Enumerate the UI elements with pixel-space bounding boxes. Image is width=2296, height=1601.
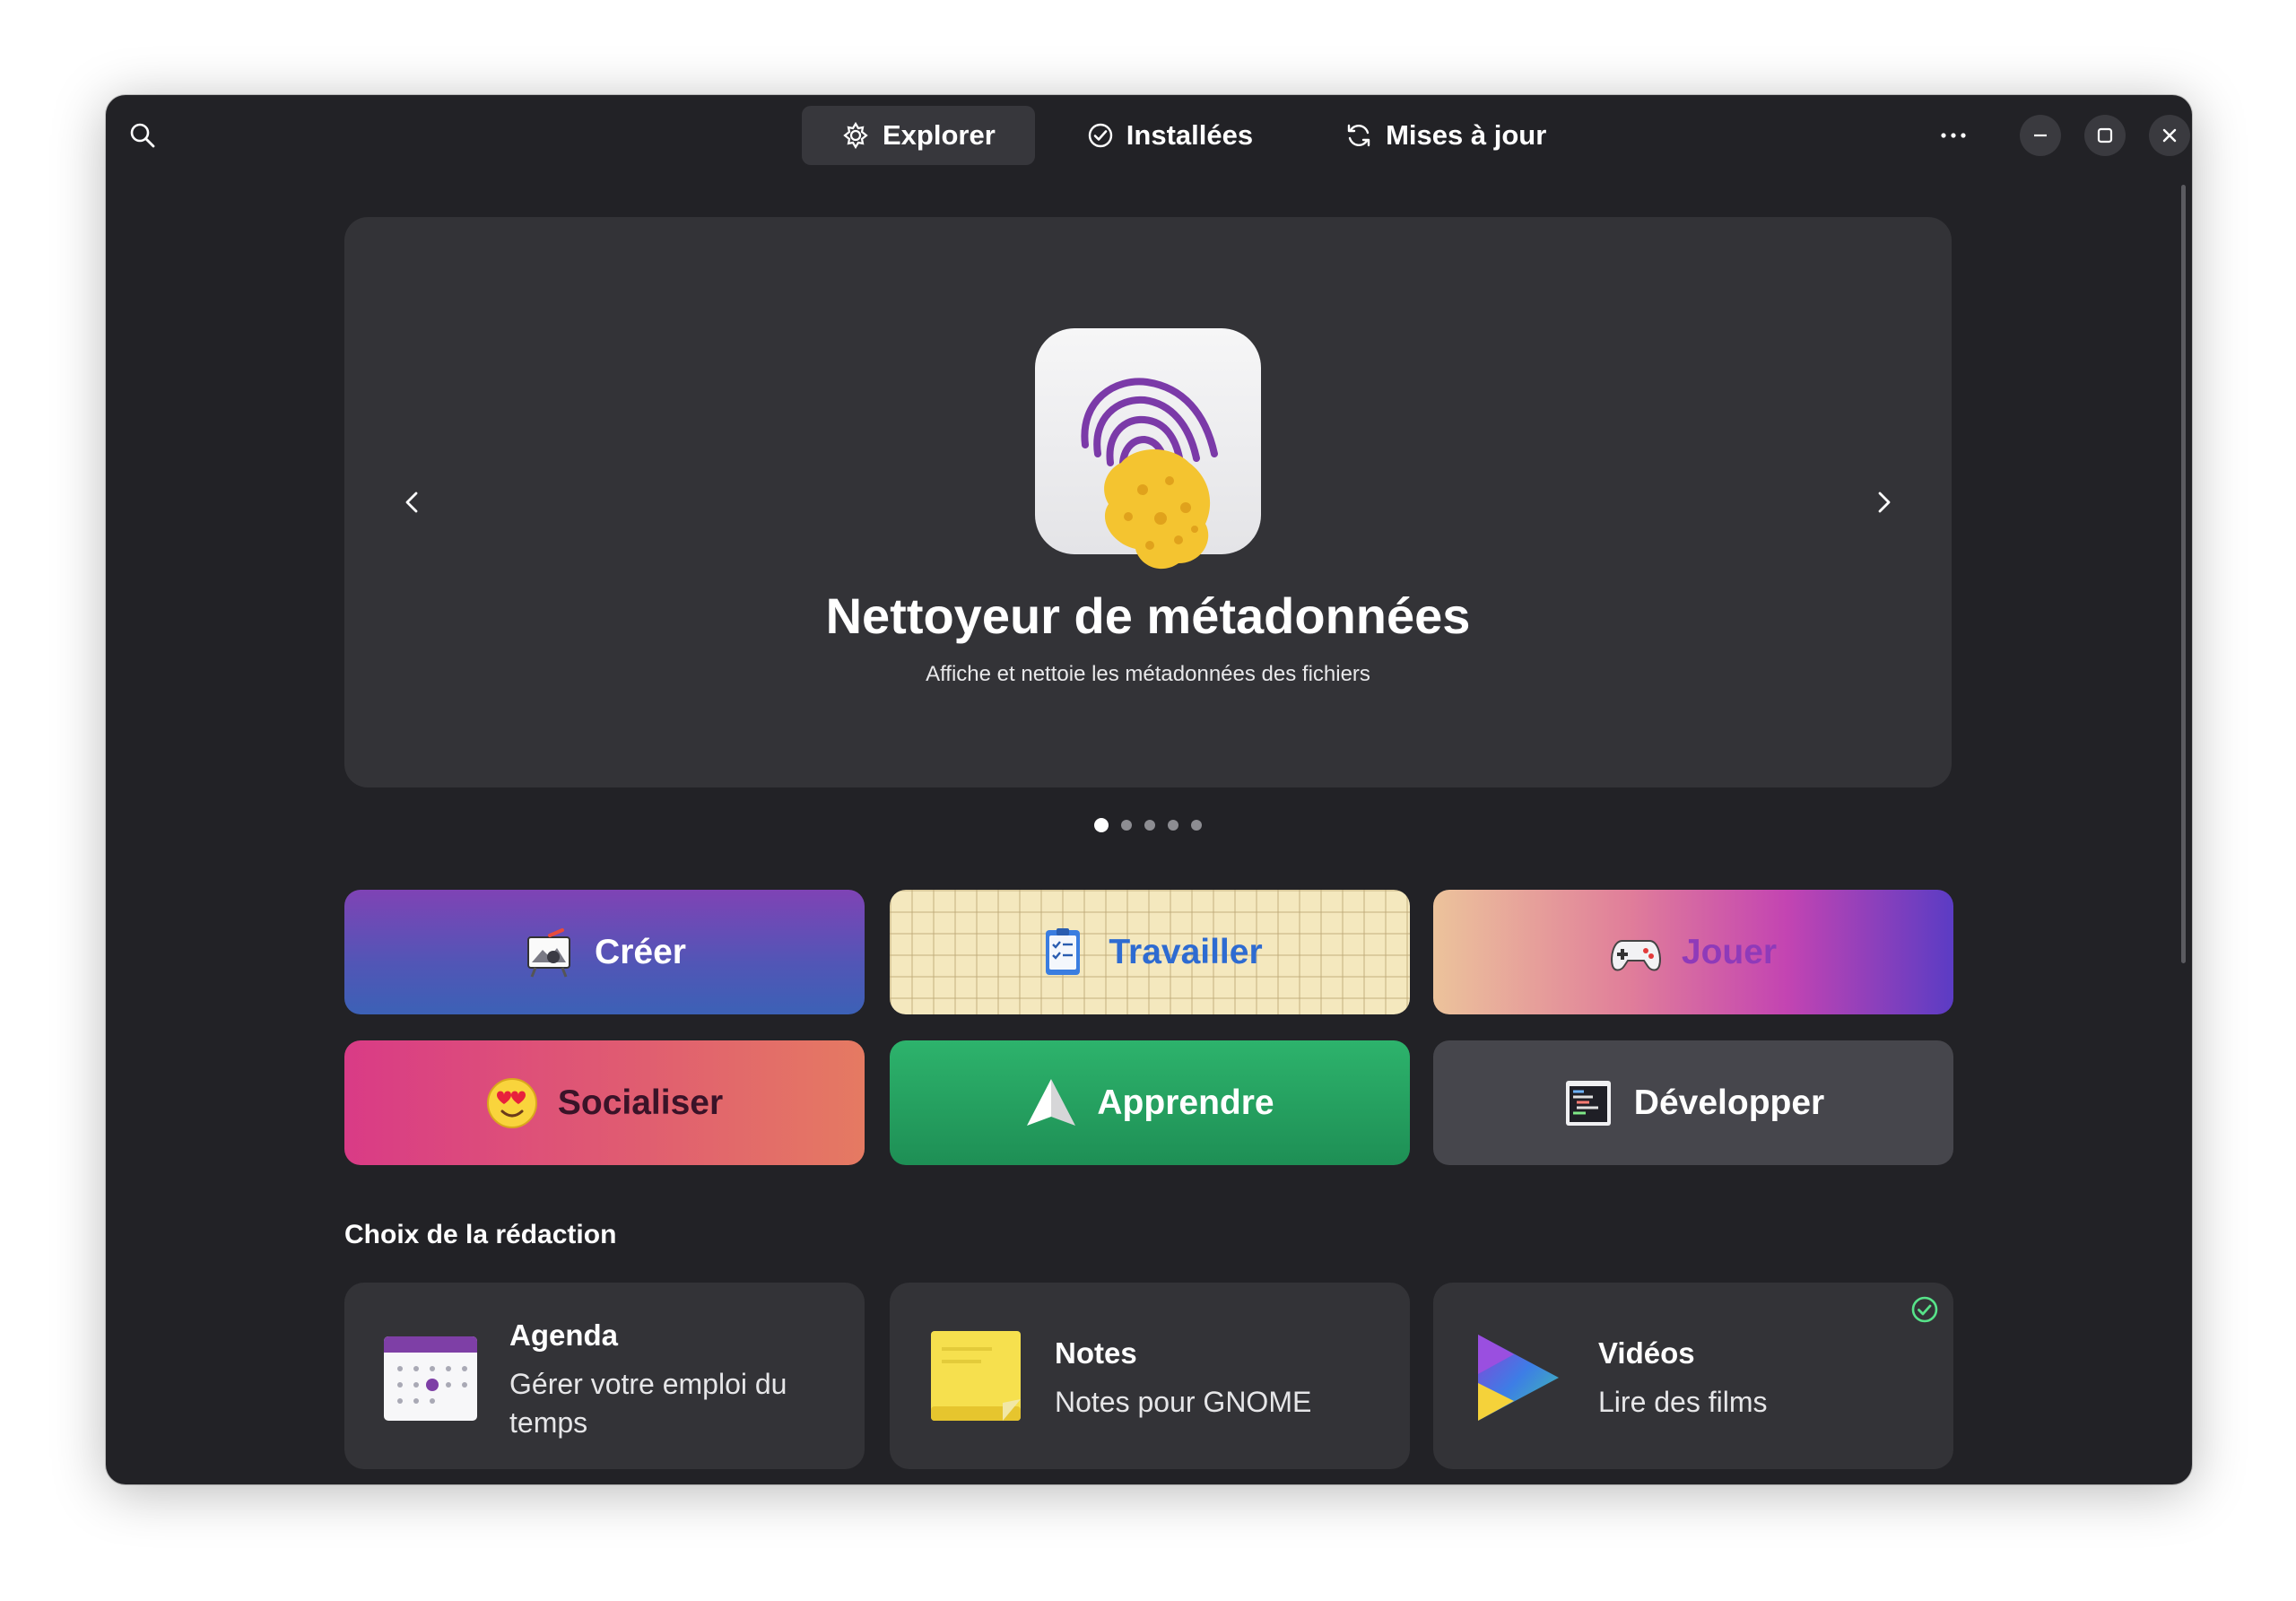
minimize-button[interactable] — [2020, 115, 2061, 156]
category-create-button[interactable]: Créer — [344, 890, 865, 1014]
category-play-button[interactable]: Jouer — [1433, 890, 1953, 1014]
app-description-agenda: Gérer votre emploi du temps — [509, 1368, 787, 1439]
editors-choice-heading: Choix de la rédaction — [344, 1220, 617, 1249]
heart-eyes-emoji-icon — [486, 1077, 537, 1128]
carousel-dot-2[interactable] — [1121, 820, 1132, 831]
featured-app-subtitle: Affiche et nettoie les métadonnées des f… — [926, 662, 1370, 686]
maximize-icon — [2097, 127, 2113, 144]
view-switcher: Explorer Installées Mises à jour — [802, 106, 1586, 165]
featured-carousel[interactable]: Nettoyeur de métadonnées Affiche et nett… — [344, 217, 1952, 787]
scrollbar[interactable] — [2181, 185, 2186, 963]
installed-check-icon — [1911, 1296, 1938, 1323]
category-learn-button[interactable]: Apprendre — [890, 1040, 1410, 1165]
carousel-dot-4[interactable] — [1168, 820, 1178, 831]
category-develop-button[interactable]: Développer — [1433, 1040, 1953, 1165]
check-circle-icon — [1088, 123, 1112, 148]
tab-installed-label: Installées — [1126, 119, 1254, 151]
carousel-previous-button[interactable] — [386, 475, 439, 529]
category-social-label: Socialiser — [557, 1083, 724, 1122]
more-dots-icon — [1941, 133, 1966, 138]
sticky-note-icon — [931, 1331, 1021, 1421]
explore-icon — [843, 121, 868, 150]
app-card-notes[interactable]: Notes Notes pour GNOME — [890, 1283, 1410, 1469]
tab-explore-label: Explorer — [883, 119, 996, 151]
category-create-label: Créer — [595, 932, 686, 971]
search-icon — [130, 123, 155, 148]
carousel-dot-1[interactable] — [1094, 818, 1109, 832]
app-card-videos[interactable]: Vidéos Lire des films — [1433, 1283, 1953, 1469]
tab-explore[interactable]: Explorer — [802, 106, 1035, 165]
tab-updates[interactable]: Mises à jour — [1305, 106, 1586, 165]
close-button[interactable] — [2149, 115, 2190, 156]
app-name-notes: Notes — [1055, 1336, 1137, 1370]
carousel-next-button[interactable] — [1857, 475, 1910, 529]
app-card-agenda[interactable]: Agenda Gérer votre emploi du temps — [344, 1283, 865, 1469]
checklist-icon — [1046, 927, 1081, 975]
carousel-dot-3[interactable] — [1144, 820, 1155, 831]
featured-app-title: Nettoyeur de métadonnées — [825, 587, 1471, 644]
chevron-left-icon — [405, 492, 418, 513]
terminal-code-icon — [1565, 1080, 1611, 1126]
chevron-right-icon — [1878, 492, 1891, 513]
fingerprint-sponge-icon — [1035, 328, 1261, 570]
gamepad-icon — [1610, 939, 1661, 970]
paper-plane-icon — [1027, 1078, 1076, 1126]
header-bar: Explorer Installées Mises à jour — [106, 95, 2192, 174]
carousel-dot-5[interactable] — [1191, 820, 1202, 831]
app-name-agenda: Agenda — [509, 1318, 619, 1352]
tab-updates-label: Mises à jour — [1386, 119, 1547, 151]
category-social-button[interactable]: Socialiser — [344, 1040, 865, 1165]
app-window: Explorer Installées Mises à jour Nettoye… — [106, 95, 2192, 1484]
category-work-label: Travailler — [1109, 932, 1263, 971]
maximize-button[interactable] — [2084, 115, 2126, 156]
category-learn-label: Apprendre — [1097, 1083, 1274, 1122]
app-description-notes: Notes pour GNOME — [1055, 1386, 1312, 1418]
video-play-icon — [1478, 1335, 1559, 1421]
app-description-videos: Lire des films — [1598, 1386, 1768, 1418]
refresh-icon — [1347, 124, 1370, 147]
calendar-icon — [384, 1336, 477, 1421]
minimize-icon — [2034, 134, 2047, 137]
app-name-videos: Vidéos — [1598, 1336, 1695, 1370]
close-icon — [2162, 128, 2177, 143]
tab-installed[interactable]: Installées — [1048, 106, 1292, 165]
easel-icon — [527, 927, 571, 978]
category-work-button[interactable]: Travailler — [890, 890, 1410, 1014]
search-button[interactable] — [120, 113, 165, 158]
carousel-page-indicator — [1094, 818, 1202, 832]
main-menu-button[interactable] — [1930, 112, 1977, 159]
category-develop-label: Développer — [1633, 1083, 1825, 1122]
category-play-label: Jouer — [1681, 932, 1778, 971]
